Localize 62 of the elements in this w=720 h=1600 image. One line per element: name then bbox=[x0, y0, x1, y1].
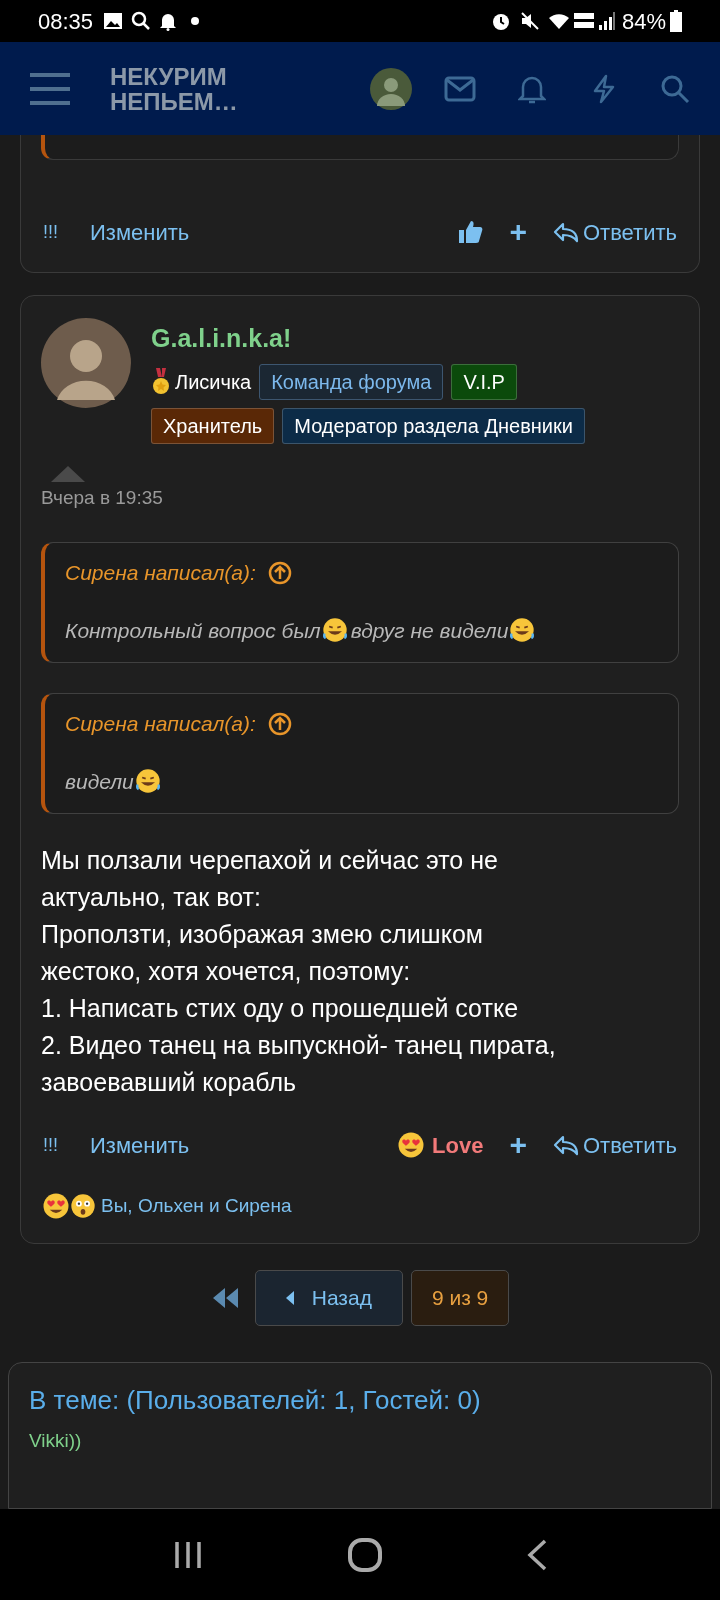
home-icon[interactable] bbox=[348, 1537, 382, 1572]
signal-icon bbox=[597, 11, 616, 31]
reactions-link[interactable]: Вы, Ольхен и Сирена bbox=[101, 1191, 292, 1221]
user-badge: Хранитель bbox=[151, 407, 275, 444]
bell-icon bbox=[159, 11, 178, 31]
medal-icon bbox=[151, 367, 171, 396]
post-date: Вчера в 19:35 bbox=[41, 485, 164, 510]
arrow-up-circle-icon[interactable] bbox=[267, 560, 292, 585]
thumbs-up-icon[interactable] bbox=[457, 219, 484, 245]
image-icon bbox=[103, 11, 124, 31]
menu-icon[interactable] bbox=[30, 70, 70, 107]
reply-icon bbox=[552, 221, 579, 243]
reaction-label: Love bbox=[432, 1131, 484, 1160]
edit-link[interactable]: Изменить bbox=[90, 215, 190, 249]
post-text: 2. Видео танец на выпускной- танец пирата, завоевавший корабль bbox=[41, 1030, 557, 1098]
logo-text: НЕПЬЕМ… bbox=[110, 88, 238, 114]
edit-link[interactable]: Изменить bbox=[90, 1128, 190, 1162]
quote-text: вдруг не видели bbox=[350, 617, 509, 644]
recent-apps-icon[interactable] bbox=[172, 1539, 203, 1570]
user-title: Лисичка bbox=[175, 369, 252, 395]
logo-text: НЕКУРИМ bbox=[110, 63, 228, 89]
search-icon bbox=[131, 11, 152, 31]
mute-icon bbox=[519, 11, 540, 31]
arrow-up-circle-icon[interactable] bbox=[267, 711, 292, 736]
reply-icon bbox=[552, 1134, 579, 1156]
avatar[interactable] bbox=[41, 318, 131, 408]
report-link[interactable]: !!! bbox=[43, 1131, 58, 1159]
user-badge: Модератор раздела Дневники bbox=[282, 407, 585, 444]
post-text: Мы ползали черепахой и сейчас это не актуально, так вот: bbox=[41, 845, 499, 913]
heart-eyes-icon bbox=[41, 1191, 71, 1221]
post-text: Проползти, изображая змею слишком жестоко, хотя хочется, поэтому: bbox=[41, 919, 484, 987]
reply-link[interactable]: Ответить bbox=[552, 1128, 677, 1162]
back-icon[interactable] bbox=[527, 1538, 548, 1571]
username-link[interactable]: Vikki)) bbox=[29, 1430, 691, 1452]
wifi-icon bbox=[547, 11, 570, 31]
battery-icon bbox=[670, 10, 682, 32]
page-button[interactable]: 9 из 9 bbox=[410, 1270, 510, 1326]
user-badge: V.I.P bbox=[451, 363, 517, 400]
astonished-face-icon bbox=[69, 1192, 97, 1220]
battery-percent: 84% bbox=[621, 7, 666, 36]
avatar[interactable] bbox=[370, 67, 412, 110]
mail-icon[interactable] bbox=[444, 75, 476, 102]
reaction-button[interactable]: Love bbox=[396, 1128, 484, 1162]
username-link[interactable]: G.a.l.i.n.k.a! bbox=[151, 320, 585, 358]
dot-icon bbox=[191, 17, 200, 25]
report-link[interactable]: !!! bbox=[43, 218, 58, 246]
search-icon[interactable] bbox=[660, 73, 690, 104]
status-time: 08:35 bbox=[38, 7, 94, 36]
caret-left-icon bbox=[285, 1291, 294, 1305]
quote-text: видели bbox=[65, 768, 134, 795]
quote-text: Контрольный вопрос был bbox=[65, 617, 321, 644]
add-reaction-link[interactable]: + bbox=[509, 217, 527, 247]
add-reaction-link[interactable]: + bbox=[509, 1130, 527, 1160]
reply-link[interactable]: Ответить bbox=[552, 215, 677, 249]
quote-author: Сирена написал(а): bbox=[65, 711, 256, 737]
quote-author: Сирена написал(а): bbox=[65, 560, 256, 586]
panel-title: В теме: (Пользователей: 1, Гостей: 0) bbox=[29, 1384, 482, 1417]
caret-up-icon bbox=[51, 465, 85, 482]
lightning-icon[interactable] bbox=[592, 73, 616, 104]
user-badge: Команда форума bbox=[259, 363, 444, 400]
back-button[interactable]: Назад bbox=[254, 1270, 403, 1326]
post-text: 1. Написать стих оду о прошедшей сотке bbox=[41, 993, 520, 1024]
